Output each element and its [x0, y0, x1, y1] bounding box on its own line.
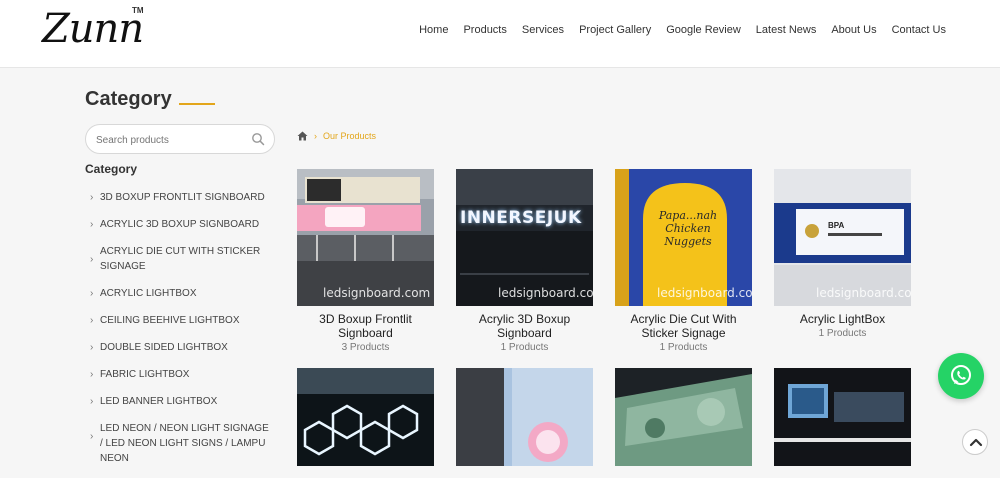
product-card[interactable]: Papa...nah Chicken Nuggets ledsignboard.… [615, 169, 752, 353]
chevron-right-icon: › [90, 288, 94, 299]
site-header: Zunn TM Home Products Services Project G… [0, 0, 1000, 68]
main-nav: Home Products Services Project Gallery G… [419, 24, 946, 36]
chevron-right-icon: › [90, 396, 94, 407]
category-item-label: ACRYLIC LIGHTBOX [100, 288, 197, 299]
breadcrumb: › Our Products [297, 131, 376, 141]
category-item[interactable]: › FABRIC LIGHTBOX [90, 367, 280, 382]
product-card[interactable]: BPA ledsignboard.com Acrylic LightBox 1 … [774, 169, 911, 339]
scroll-to-top-button[interactable] [962, 429, 988, 455]
whatsapp-button[interactable] [938, 353, 984, 399]
nav-services[interactable]: Services [522, 24, 564, 36]
logo-trademark: TM [132, 6, 144, 15]
category-list: › 3D BOXUP FRONTLIT SIGNBOARD › ACRYLIC 3D… [90, 190, 280, 478]
product-card[interactable] [297, 368, 434, 466]
double-sided-photo [456, 368, 593, 466]
nav-contact-us[interactable]: Contact Us [892, 24, 946, 36]
chevron-right-icon: › [90, 192, 94, 203]
category-item-label: LED BANNER LIGHTBOX [100, 396, 218, 407]
product-count: 1 Products [659, 342, 708, 353]
fabric-lightbox-photo [615, 368, 752, 466]
search-box[interactable] [85, 124, 275, 154]
category-item-label: CEILING BEEHIVE LIGHTBOX [100, 315, 240, 326]
category-item-label: FABRIC LIGHTBOX [100, 369, 190, 380]
category-item-label: 3D BOXUP FRONTLIT SIGNBOARD [100, 192, 265, 203]
category-item[interactable]: › ACRYLIC DIE CUT WITH STICKER SIGNAGE [90, 244, 280, 274]
category-subheading: Category [85, 162, 138, 176]
heading-underline [179, 103, 215, 105]
site-logo[interactable]: Zunn TM [40, 4, 150, 60]
watermark: ledsignboard.com [323, 286, 431, 300]
product-card[interactable]: INNERSEJUK ledsignboard.com Acrylic 3D B… [456, 169, 593, 353]
home-icon[interactable] [297, 131, 308, 141]
product-count: 1 Products [818, 328, 867, 339]
product-image[interactable] [456, 368, 593, 466]
product-image[interactable] [297, 368, 434, 466]
category-item[interactable]: › CEILING BEEHIVE LIGHTBOX [90, 313, 280, 328]
logo-text: Zunn [42, 6, 144, 52]
sign-text: BPA [828, 221, 845, 230]
nav-google-review[interactable]: Google Review [666, 24, 741, 36]
nav-project-gallery[interactable]: Project Gallery [579, 24, 651, 36]
sign-text: Papa...nah Chicken Nuggets [658, 209, 718, 248]
product-card[interactable] [774, 368, 911, 466]
category-item-label: DOUBLE SIDED LIGHTBOX [100, 342, 228, 353]
chevron-right-icon: › [90, 431, 94, 442]
watermark: ledsignboard.com [816, 286, 911, 300]
chevron-right-icon: › [90, 342, 94, 353]
product-image[interactable]: Papa...nah Chicken Nuggets ledsignboard.… [615, 169, 752, 306]
category-item-label: LED NEON / NEON LIGHT SIGNAGE / LED NEON… [100, 423, 269, 464]
product-image[interactable]: INNERSEJUK ledsignboard.com [456, 169, 593, 306]
category-item[interactable]: › DOUBLE SIDED LIGHTBOX [90, 340, 280, 355]
chevron-right-icon: › [90, 315, 94, 326]
watermark: ledsignboard.com [657, 286, 752, 300]
chevron-up-icon [969, 438, 983, 447]
sign-text: INNERSEJUK [460, 208, 582, 228]
product-card[interactable] [456, 368, 593, 466]
nav-products[interactable]: Products [463, 24, 506, 36]
product-image[interactable]: BPA ledsignboard.com [774, 169, 911, 306]
breadcrumb-current[interactable]: Our Products [323, 131, 376, 141]
led-banner-photo [774, 368, 911, 466]
category-heading: Category [85, 88, 172, 110]
category-item[interactable]: › ACRYLIC LIGHTBOX [90, 286, 280, 301]
category-item-label: ACRYLIC 3D BOXUP SIGNBOARD [100, 219, 260, 230]
category-item[interactable]: › 3D BOXUP FRONTLIT SIGNBOARD [90, 190, 280, 205]
chevron-right-icon: › [90, 254, 94, 265]
chevron-right-icon: › [90, 369, 94, 380]
category-item[interactable]: › ACRYLIC 3D BOXUP SIGNBOARD [90, 217, 280, 232]
product-image[interactable] [615, 368, 752, 466]
nav-about-us[interactable]: About Us [831, 24, 876, 36]
breadcrumb-separator-icon: › [314, 131, 317, 141]
product-name[interactable]: Acrylic Die Cut With Sticker Signage [615, 312, 752, 340]
product-count: 3 Products [341, 342, 390, 353]
category-item-label: ACRYLIC DIE CUT WITH STICKER SIGNAGE [100, 246, 261, 272]
nav-latest-news[interactable]: Latest News [756, 24, 817, 36]
product-image[interactable] [774, 368, 911, 466]
category-item[interactable]: › LED BANNER LIGHTBOX [90, 394, 280, 409]
product-name[interactable]: Acrylic 3D Boxup Signboard [456, 312, 593, 340]
category-item[interactable]: › LED NEON / NEON LIGHT SIGNAGE / LED NEO… [90, 421, 280, 466]
product-image[interactable]: ledsignboard.com [297, 169, 434, 306]
chevron-right-icon: › [90, 219, 94, 230]
nav-home[interactable]: Home [419, 24, 448, 36]
beehive-ceiling-photo [297, 368, 434, 466]
product-count: 1 Products [500, 342, 549, 353]
product-card[interactable] [615, 368, 752, 466]
search-icon[interactable] [251, 132, 265, 146]
product-name[interactable]: Acrylic LightBox [774, 312, 911, 326]
product-card[interactable]: ledsignboard.com 3D Boxup Frontlit Signb… [297, 169, 434, 353]
whatsapp-icon [951, 365, 971, 385]
watermark: ledsignboard.com [498, 286, 593, 300]
product-name[interactable]: 3D Boxup Frontlit Signboard [297, 312, 434, 340]
search-input[interactable] [96, 131, 246, 149]
